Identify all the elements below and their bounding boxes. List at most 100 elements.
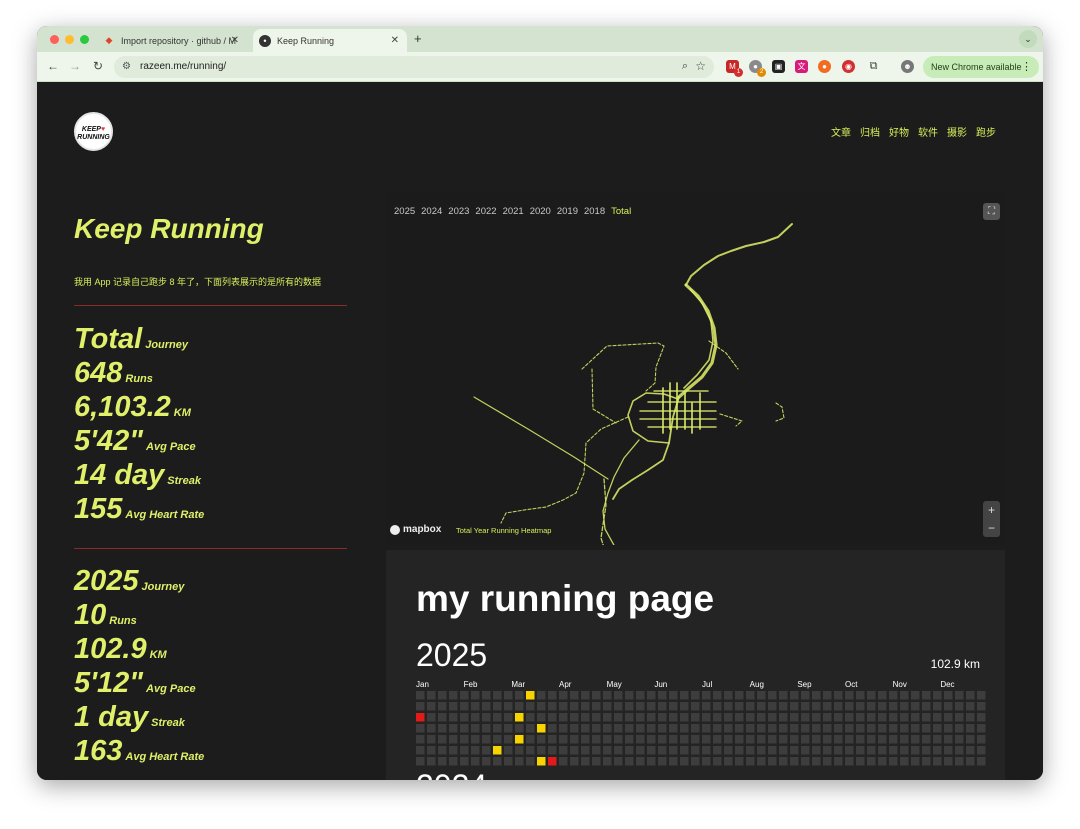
translate-extension-icon[interactable]: 文 — [795, 60, 808, 73]
year-option[interactable]: 2020 — [530, 206, 551, 217]
tab-keep-running[interactable]: • Keep Running ✕ — [253, 29, 407, 52]
day-cell — [933, 713, 942, 722]
day-cell — [537, 735, 546, 744]
close-tab-icon[interactable]: ✕ — [391, 35, 399, 46]
maximize-window-button[interactable] — [80, 35, 89, 44]
day-cell — [581, 746, 590, 755]
stat-label: Avg Pace — [146, 683, 196, 695]
zoom-magnifier-icon[interactable]: ⌕ — [682, 60, 688, 73]
run-day-cell[interactable] — [526, 691, 535, 700]
nav-item-articles[interactable]: 文章 — [831, 124, 851, 139]
chrome-update-button[interactable]: New Chrome available ⋮ — [923, 56, 1039, 78]
more-options-icon[interactable]: ⋮ — [1021, 56, 1032, 78]
day-cell — [647, 702, 656, 711]
day-cell — [438, 757, 447, 766]
forward-arrow-icon[interactable]: → — [67, 59, 83, 73]
nav-item-goods[interactable]: 好物 — [889, 124, 909, 139]
day-cell — [702, 713, 711, 722]
day-cell — [427, 746, 436, 755]
day-cell — [493, 724, 502, 733]
day-cell — [944, 702, 953, 711]
extensions-puzzle-icon[interactable]: ⧉ — [867, 60, 880, 73]
run-day-cell[interactable] — [515, 713, 524, 722]
run-day-cell[interactable] — [416, 713, 425, 722]
run-day-cell[interactable] — [537, 724, 546, 733]
day-cell — [966, 713, 975, 722]
day-cell — [438, 713, 447, 722]
nav-item-software[interactable]: 软件 — [918, 124, 938, 139]
day-cell — [449, 757, 458, 766]
day-cell — [790, 702, 799, 711]
page-title: Keep Running — [74, 213, 264, 244]
day-cell — [427, 724, 436, 733]
avatar-icon: • — [259, 34, 271, 47]
nav-item-archive[interactable]: 归档 — [860, 124, 880, 139]
site-info-icon[interactable]: ⚙ — [122, 61, 131, 72]
profile-avatar-icon[interactable]: ☻ — [901, 60, 914, 73]
tab-search-chevron-icon[interactable]: ⌄ — [1019, 30, 1037, 48]
zoom-out-button[interactable]: − — [983, 519, 1000, 537]
day-cell — [845, 724, 854, 733]
day-cell — [416, 702, 425, 711]
year-option[interactable]: 2023 — [448, 206, 469, 217]
year-option[interactable]: 2024 — [421, 206, 442, 217]
stat-row: 2025 Journey — [74, 565, 204, 599]
day-cell — [955, 757, 964, 766]
heart-icon: ♥ — [100, 126, 106, 133]
day-cell — [889, 757, 898, 766]
year-option[interactable]: 2022 — [475, 206, 496, 217]
day-cell — [570, 757, 579, 766]
tab-import-repository[interactable]: ◆ Import repository · github / M ✕ — [97, 29, 247, 52]
mapbox-logo[interactable]: mapbox — [390, 524, 441, 535]
day-cell — [702, 691, 711, 700]
day-cell — [944, 691, 953, 700]
gmail-extension-icon[interactable]: M1 — [726, 60, 743, 77]
url-text[interactable]: razeen.me/running/ — [140, 61, 226, 72]
day-cell — [977, 724, 986, 733]
year-option-active[interactable]: Total — [611, 206, 631, 217]
day-cell — [680, 691, 689, 700]
day-cell — [449, 735, 458, 744]
new-tab-button[interactable]: + — [414, 31, 422, 46]
shield-extension-icon[interactable]: ▣ — [772, 60, 785, 73]
calendar-year-distance: 102.9 km — [930, 657, 980, 671]
running-map[interactable]: 2025 2024 2023 2022 2021 2020 2019 2018 … — [386, 193, 1005, 545]
close-window-button[interactable] — [50, 35, 59, 44]
year-option[interactable]: 2018 — [584, 206, 605, 217]
day-cell — [955, 702, 964, 711]
day-cell — [526, 724, 535, 733]
day-cell — [691, 724, 700, 733]
year-option[interactable]: 2019 — [557, 206, 578, 217]
bookmark-star-icon[interactable]: ☆ — [695, 59, 706, 73]
route-path — [602, 439, 640, 545]
day-cell — [801, 724, 810, 733]
run-day-cell[interactable] — [548, 757, 557, 766]
run-day-cell[interactable] — [493, 746, 502, 755]
fox-extension-icon[interactable]: ● — [818, 60, 831, 73]
run-day-cell[interactable] — [537, 757, 546, 766]
stat-row: 648 Runs — [74, 357, 204, 391]
close-tab-icon[interactable]: ✕ — [231, 35, 239, 46]
tab-strip: ◆ Import repository · github / M ✕ • Kee… — [37, 26, 1043, 52]
minimize-window-button[interactable] — [65, 35, 74, 44]
reload-icon[interactable]: ↻ — [90, 59, 106, 73]
nav-item-photography[interactable]: 摄影 — [947, 124, 967, 139]
back-arrow-icon[interactable]: ← — [45, 59, 61, 73]
stat-value: 10 — [74, 599, 107, 631]
year-option[interactable]: 2021 — [503, 206, 524, 217]
address-bar[interactable]: ⚙ razeen.me/running/ ⌕ ☆ — [114, 56, 714, 78]
nav-item-running[interactable]: 跑步 — [976, 124, 996, 139]
route-heatmap — [473, 223, 793, 545]
fullscreen-icon[interactable]: ⛶ — [983, 203, 1000, 220]
day-cell — [515, 691, 524, 700]
site-logo[interactable]: KEEP♥ RUNNING — [74, 112, 113, 151]
extension-icon[interactable]: ● 2 — [749, 60, 766, 77]
recorder-extension-icon[interactable]: ◉ — [842, 60, 855, 73]
day-cell — [658, 724, 667, 733]
day-cell — [933, 735, 942, 744]
year-option[interactable]: 2025 — [394, 206, 415, 217]
zoom-in-button[interactable]: + — [983, 501, 1000, 519]
run-day-cell[interactable] — [515, 735, 524, 744]
stat-label: Runs — [109, 615, 137, 627]
day-cell — [757, 746, 766, 755]
